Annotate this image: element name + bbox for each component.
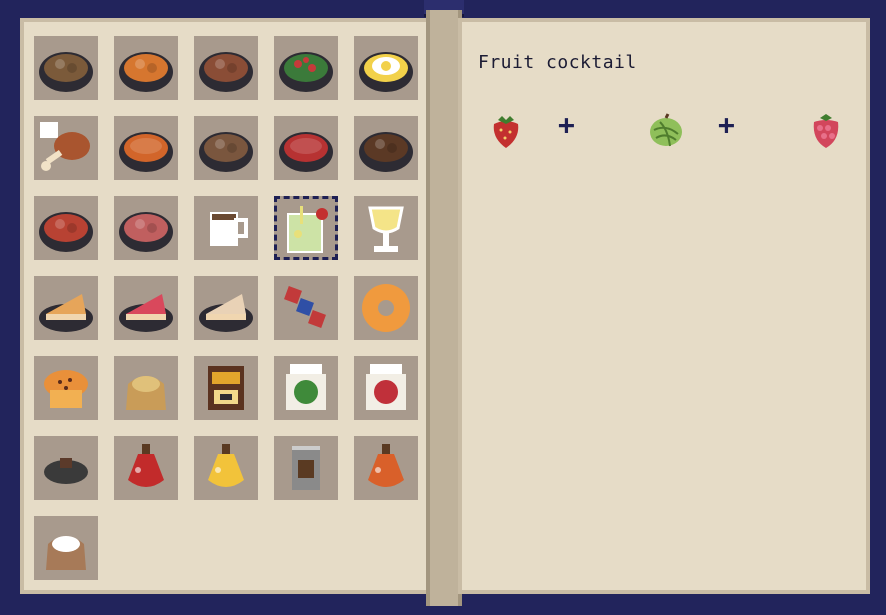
potion-icon bbox=[368, 444, 404, 487]
sack-icon bbox=[46, 536, 86, 570]
plus-sign: + bbox=[558, 108, 575, 141]
cake-slice-icon bbox=[199, 294, 253, 332]
item-slot-orange-potion[interactable] bbox=[354, 436, 418, 500]
item-slot-jar-red[interactable] bbox=[354, 356, 418, 420]
salad-bowl-icon bbox=[279, 52, 333, 92]
recipe-page: Fruit cocktail + + bbox=[458, 18, 870, 594]
jar-icon bbox=[366, 364, 406, 410]
coal-icon bbox=[44, 458, 88, 484]
item-slot-sugar-sack[interactable] bbox=[34, 516, 98, 580]
drumstick-icon bbox=[40, 122, 90, 171]
item-slot-skewer[interactable] bbox=[274, 276, 338, 340]
item-slot-cake-slice-b[interactable] bbox=[114, 276, 178, 340]
plus-sign: + bbox=[718, 108, 735, 141]
cocktail-glass-icon bbox=[287, 206, 328, 253]
item-slot-can[interactable] bbox=[274, 436, 338, 500]
item-slot-bowl-b[interactable] bbox=[114, 36, 178, 100]
goblet-icon bbox=[368, 206, 404, 252]
item-slot-muffin[interactable] bbox=[34, 356, 98, 420]
skewer-icon bbox=[284, 286, 326, 328]
soup-bowl-icon bbox=[119, 132, 173, 172]
ingredient-gooseberry-icon bbox=[650, 113, 682, 147]
item-slot-yellow-potion[interactable] bbox=[194, 436, 258, 500]
food-bowl-icon bbox=[199, 52, 253, 92]
item-slot-soup-red[interactable] bbox=[274, 116, 338, 180]
item-slot-bowl-e[interactable] bbox=[354, 36, 418, 100]
ingredient-strawberry-icon bbox=[493, 116, 519, 148]
food-bowl-icon bbox=[39, 52, 93, 92]
can-icon bbox=[292, 446, 320, 490]
item-slot-coal[interactable] bbox=[34, 436, 98, 500]
item-slot-drumstick[interactable] bbox=[34, 116, 98, 180]
soup-bowl-icon bbox=[279, 132, 333, 172]
item-slot-red-potion[interactable] bbox=[114, 436, 178, 500]
food-bowl-icon bbox=[119, 52, 173, 92]
honey-jar-icon bbox=[208, 366, 244, 410]
cake-slice-icon bbox=[119, 294, 173, 332]
food-bowl-icon bbox=[199, 132, 253, 172]
item-slot-bowl-g[interactable] bbox=[354, 116, 418, 180]
food-bowl-icon bbox=[39, 212, 93, 252]
item-slot-honey-jar[interactable] bbox=[194, 356, 258, 420]
item-slot-lemonade[interactable] bbox=[354, 196, 418, 260]
ingredient-raspberry-icon bbox=[813, 114, 839, 148]
item-slot-cake-slice-a[interactable] bbox=[34, 276, 98, 340]
item-slot-donut[interactable] bbox=[354, 276, 418, 340]
item-slot-bowl-i[interactable] bbox=[114, 196, 178, 260]
item-slot-coffee-mug[interactable] bbox=[194, 196, 258, 260]
item-slot-bowl-c[interactable] bbox=[194, 36, 258, 100]
jar-icon bbox=[286, 364, 326, 410]
potion-icon bbox=[128, 444, 164, 487]
recipe-book: Fruit cocktail + + bbox=[0, 0, 886, 615]
recipe-title: Fruit cocktail bbox=[478, 52, 637, 73]
potion-icon bbox=[208, 444, 244, 487]
donut-icon bbox=[362, 284, 410, 332]
item-slot-jar-green[interactable] bbox=[274, 356, 338, 420]
item-slot-bowl-a[interactable] bbox=[34, 36, 98, 100]
item-slot-bowl-f[interactable] bbox=[194, 116, 258, 180]
item-list-page bbox=[20, 18, 430, 594]
book-spine bbox=[426, 10, 462, 606]
item-slot-fruit-cocktail[interactable] bbox=[274, 196, 338, 260]
mug-icon bbox=[210, 212, 248, 246]
food-bowl-icon bbox=[359, 132, 413, 172]
cake-slice-icon bbox=[39, 294, 93, 332]
item-slot-soup-orange[interactable] bbox=[114, 116, 178, 180]
food-bowl-icon bbox=[119, 212, 173, 252]
egg-bowl-icon bbox=[359, 52, 413, 92]
item-slot-flour-sack[interactable] bbox=[114, 356, 178, 420]
item-slot-bowl-h[interactable] bbox=[34, 196, 98, 260]
item-slot-cake-slice-c[interactable] bbox=[194, 276, 258, 340]
sack-icon bbox=[126, 376, 166, 410]
item-slot-bowl-d[interactable] bbox=[274, 36, 338, 100]
muffin-icon bbox=[44, 370, 88, 408]
